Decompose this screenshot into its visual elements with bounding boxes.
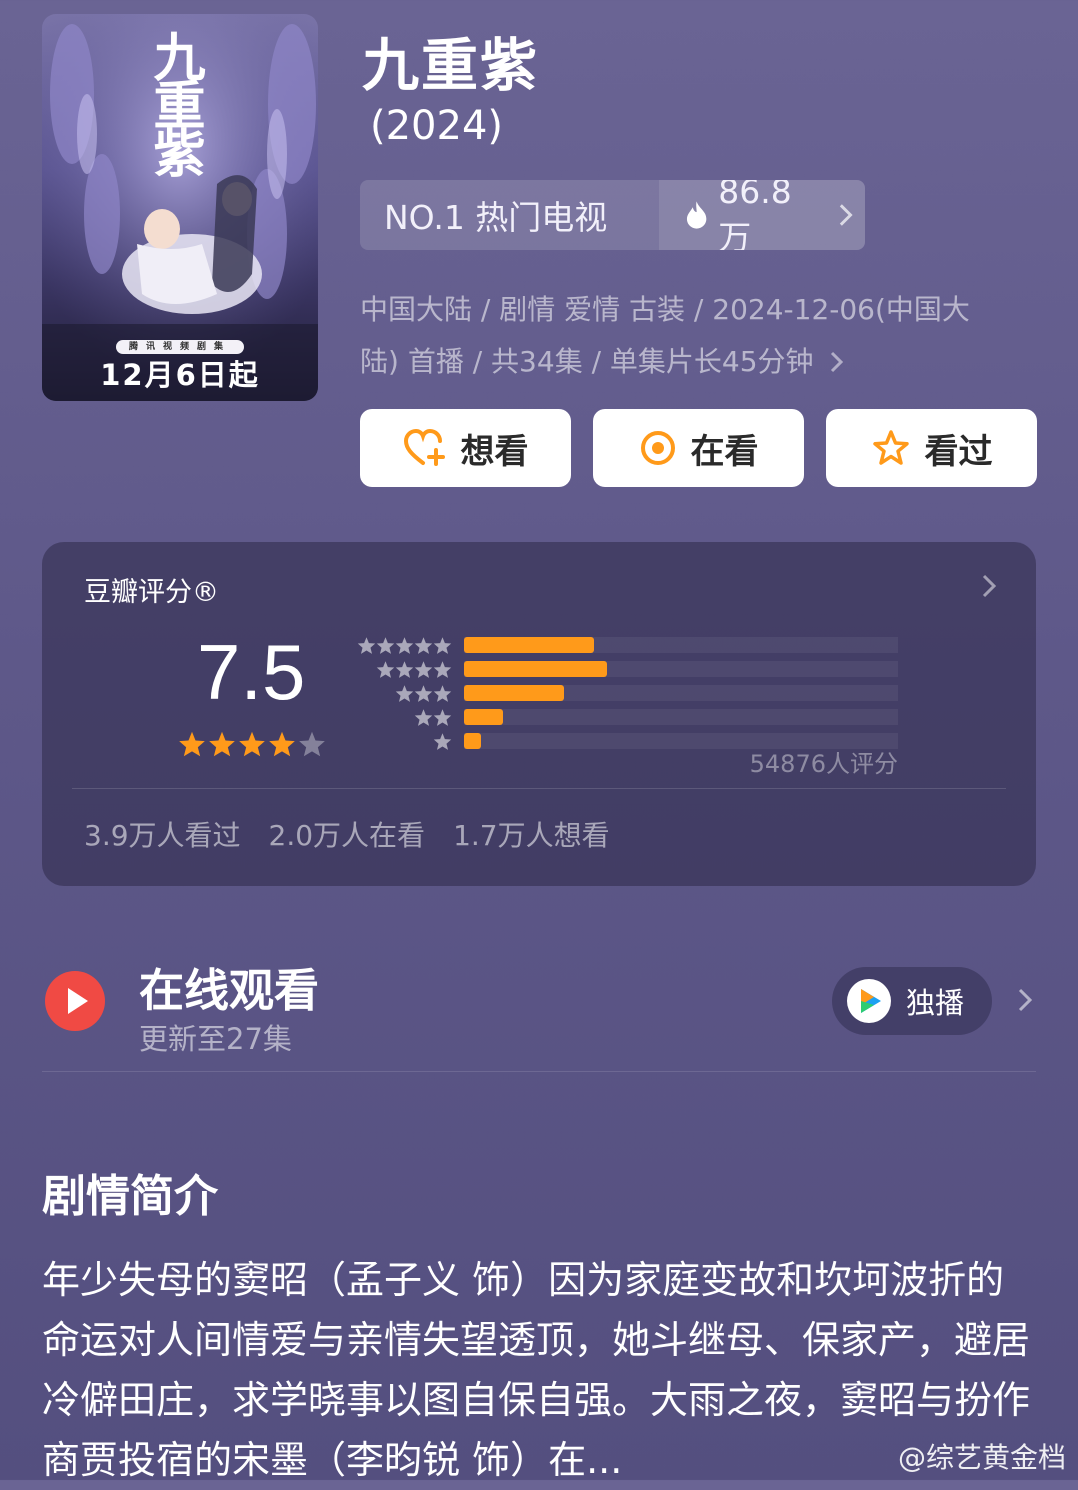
star-small-icon <box>395 685 414 702</box>
watched-label: 看过 <box>924 431 993 472</box>
star-empty-icon <box>299 731 325 757</box>
watching-button[interactable]: 在看 <box>593 409 804 487</box>
watch-online-row[interactable]: 在线观看 更新至27集 独播 <box>42 950 1036 1072</box>
chevron-right-icon <box>839 204 853 226</box>
distribution-row-3 <box>352 682 912 704</box>
target-icon <box>640 431 675 465</box>
stat-watched: 3.9万人看过 <box>84 819 241 852</box>
stat-watching: 2.0万人在看 <box>268 819 426 852</box>
douban-rating-card[interactable]: 豆瓣评分® 7.5 54876人评分 3.9万人看过 2.0万人在看 1.7万人… <box>42 542 1036 886</box>
distribution-track <box>464 661 898 677</box>
star-small-icon <box>414 709 433 726</box>
star-small-icon <box>433 709 452 726</box>
distribution-track <box>464 637 898 653</box>
watched-button[interactable]: 看过 <box>826 409 1037 487</box>
distribution-bar <box>464 661 608 677</box>
action-buttons: 想看 在看 看过 <box>360 409 1037 487</box>
synopsis-text: 年少失母的窦昭（孟子义 饰）因为家庭变故和坎坷波折的命运对人间情爱与亲情失望透顶… <box>42 1258 1031 1482</box>
distribution-bar <box>464 709 504 725</box>
star-small-icon <box>376 661 395 678</box>
rank-badge[interactable]: NO.1 热门电视 86.8万 <box>360 180 865 250</box>
star-small-icon <box>433 637 452 654</box>
distribution-row-5 <box>352 634 912 656</box>
star-filled-icon <box>269 731 295 757</box>
star-small-icon <box>414 661 433 678</box>
heat-section[interactable]: 86.8万 <box>659 180 865 250</box>
distribution-bar <box>464 637 595 653</box>
exclusive-platform-badge[interactable]: 独播 <box>832 967 992 1035</box>
rating-score: 7.5 <box>197 628 306 716</box>
divider <box>42 1071 1036 1072</box>
watching-label: 在看 <box>690 431 759 472</box>
flame-icon <box>686 201 707 229</box>
chevron-right-icon <box>1018 988 1033 1012</box>
play-icon <box>45 971 105 1031</box>
watermark: @综艺黄金档 <box>897 1441 1066 1474</box>
watch-subtitle: 更新至27集 <box>139 1022 292 1056</box>
heart-plus-icon <box>403 428 445 466</box>
want-label: 想看 <box>460 431 529 472</box>
rating-distribution <box>352 634 912 754</box>
distribution-track <box>464 709 898 725</box>
rank-label: NO.1 热门电视 <box>384 198 608 237</box>
star-small-icon <box>433 661 452 678</box>
poster-image[interactable]: 九重紫 腾讯视频剧集 12月6日起 <box>42 14 318 401</box>
show-title: 九重紫 <box>362 33 539 99</box>
watch-title: 在线观看 <box>139 964 320 1017</box>
poster-title: 九重紫 <box>144 30 205 174</box>
show-year: (2024) <box>370 103 504 149</box>
star-small-icon <box>395 637 414 654</box>
want-to-watch-button[interactable]: 想看 <box>360 409 571 487</box>
star-small-icon <box>357 637 376 654</box>
star-filled-icon <box>179 731 205 757</box>
distribution-row-4 <box>352 658 912 680</box>
star-outline-icon <box>872 430 909 465</box>
rating-count: 54876人评分 <box>749 750 898 778</box>
chevron-right-icon <box>982 574 997 598</box>
rating-label: 豆瓣评分® <box>84 577 219 608</box>
star-small-icon <box>376 637 395 654</box>
exclusive-label: 独播 <box>906 986 965 1020</box>
divider <box>72 788 1006 789</box>
rating-stats: 3.9万人看过 2.0万人在看 1.7万人想看 <box>84 814 610 854</box>
distribution-row-2 <box>352 706 912 728</box>
star-filled-icon <box>209 731 235 757</box>
heat-value: 86.8万 <box>718 180 792 250</box>
poster-date: 12月6日起 <box>100 358 260 392</box>
star-small-icon <box>433 733 452 750</box>
meta-line-1: 中国大陆 / 剧情 爱情 古装 / 2024-12-06(中国大 <box>360 293 970 326</box>
star-small-icon <box>414 637 433 654</box>
star-small-icon <box>395 661 414 678</box>
chevron-right-icon <box>831 351 844 373</box>
meta-line-2: 陆) 首播 / 共34集 / 单集片长45分钟 <box>360 336 1030 388</box>
distribution-track <box>464 685 898 701</box>
distribution-bar <box>464 685 564 701</box>
rating-stars <box>178 730 326 758</box>
stat-want: 1.7万人想看 <box>453 819 610 852</box>
show-meta[interactable]: 中国大陆 / 剧情 爱情 古装 / 2024-12-06(中国大 陆) 首播 /… <box>360 284 1030 388</box>
star-small-icon <box>433 685 452 702</box>
distribution-bar <box>464 733 482 749</box>
star-filled-icon <box>239 731 265 757</box>
star-small-icon <box>414 685 433 702</box>
synopsis-title: 剧情简介 <box>42 1171 218 1222</box>
tencent-video-icon <box>847 979 891 1023</box>
